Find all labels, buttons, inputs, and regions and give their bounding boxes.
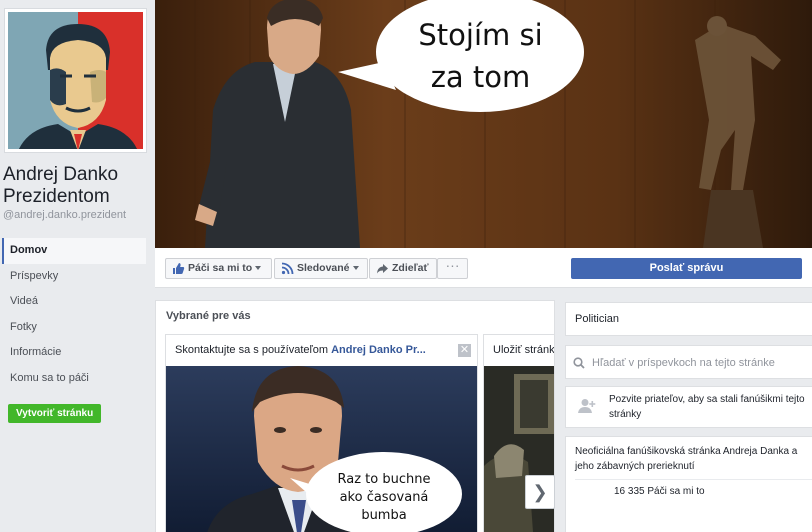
cover-speech-bubble: Stojím si za tom: [336, 0, 585, 116]
follow-button[interactable]: Sledované: [274, 258, 368, 279]
page-handle[interactable]: @andrej.danko.prezident: [3, 209, 126, 221]
suggestion-card-connect[interactable]: Skontaktujte sa s používateľom Andrej Da…: [165, 334, 478, 532]
chevron-down-icon: [352, 266, 359, 271]
profile-picture[interactable]: [4, 8, 147, 153]
page-category-label: Politician: [575, 313, 620, 325]
card-bubble-line3: bumba: [361, 508, 407, 523]
chevron-down-icon: [255, 266, 262, 271]
page-nav: Domov Príspevky Videá Fotky Informácie K…: [2, 238, 146, 391]
invite-friends-box[interactable]: Pozvite priateľov, aby sa stali fanúšikm…: [565, 386, 812, 428]
about-box: Neoficiálna fanúšikovská stránka Andreja…: [565, 436, 812, 532]
cover-bubble-text: Stojím si za tom: [336, 14, 585, 98]
nav-item-posts[interactable]: Príspevky: [2, 264, 146, 290]
card-bubble-line1: Raz to buchne: [337, 472, 431, 487]
like-page-button[interactable]: Páči sa mi to: [165, 258, 272, 279]
poster-portrait-illustration: [8, 12, 143, 149]
card-header-prefix: Skontaktujte sa s používateľom: [175, 344, 332, 356]
share-arrow-icon: [377, 264, 388, 274]
featured-title: Vybrané pre vás: [166, 310, 251, 322]
card-page-link[interactable]: Andrej Danko Pr...: [331, 344, 426, 356]
share-button[interactable]: Zdieľať: [369, 258, 437, 279]
cover-bubble-line1: Stojím si: [418, 18, 543, 52]
cover-photo[interactable]: Stojím si za tom: [155, 0, 812, 248]
card-bubble-text: Raz to buchne ako časovaná bumba: [308, 471, 460, 525]
cover-bubble-line2: za tom: [430, 60, 531, 94]
nav-item-photos[interactable]: Fotky: [2, 315, 146, 341]
page-action-bar: Páči sa mi to Sledované Zdieľať ··· Posl…: [155, 248, 812, 288]
likes-count[interactable]: 16 335 Páči sa mi to: [614, 486, 705, 497]
left-column: Andrej Danko Prezidentom @andrej.danko.p…: [0, 0, 155, 532]
more-dots-icon: ···: [445, 257, 460, 273]
card-bubble-line2: ako časovaná: [339, 490, 429, 505]
chevron-right-icon[interactable]: ❯: [525, 475, 555, 509]
page-post-search[interactable]: Hľadať v príspevkoch na tejto stránke: [565, 345, 812, 379]
page-category[interactable]: Politician: [565, 302, 812, 336]
save-card-header: Uložiť stránku: [493, 344, 555, 356]
profile-poster-art: [8, 12, 143, 149]
suggestion-card-header: Skontaktujte sa s používateľom Andrej Da…: [166, 335, 477, 366]
create-page-button[interactable]: Vytvoriť stránku: [8, 404, 102, 423]
add-friend-icon: [578, 399, 596, 413]
more-options-button[interactable]: ···: [437, 258, 468, 279]
close-icon[interactable]: ✕: [458, 344, 471, 357]
search-icon: [573, 357, 585, 369]
nav-item-likes[interactable]: Komu sa to páči: [2, 366, 146, 392]
like-button-label: Páči sa mi to: [188, 262, 253, 274]
search-input-placeholder: Hľadať v príspevkoch na tejto stránke: [592, 357, 775, 369]
thumbs-up-icon: [173, 263, 185, 274]
invite-friends-text: Pozvite priateľov, aby sa stali fanúšikm…: [609, 394, 805, 420]
about-divider: [575, 479, 812, 480]
send-message-button[interactable]: Poslať správu: [571, 258, 802, 279]
share-button-label: Zdieľať: [392, 262, 429, 274]
nav-item-about[interactable]: Informácie: [2, 340, 146, 366]
page-title-line1: Andrej Danko: [3, 164, 119, 185]
nav-item-home[interactable]: Domov: [2, 238, 146, 264]
nav-item-videos[interactable]: Videá: [2, 289, 146, 315]
rss-follow-icon: [281, 262, 294, 275]
suggestion-card-image[interactable]: Raz to buchne ako časovaná bumba: [166, 366, 477, 532]
about-description: Neoficiálna fanúšikovská stránka Andreja…: [575, 446, 798, 472]
featured-for-you-panel: Vybrané pre vás Skontaktujte sa s použív…: [155, 300, 555, 532]
follow-button-label: Sledované: [297, 262, 350, 274]
page-title-line2: Prezidentom: [3, 186, 110, 207]
page-title[interactable]: Andrej Danko Prezidentom: [3, 164, 118, 208]
